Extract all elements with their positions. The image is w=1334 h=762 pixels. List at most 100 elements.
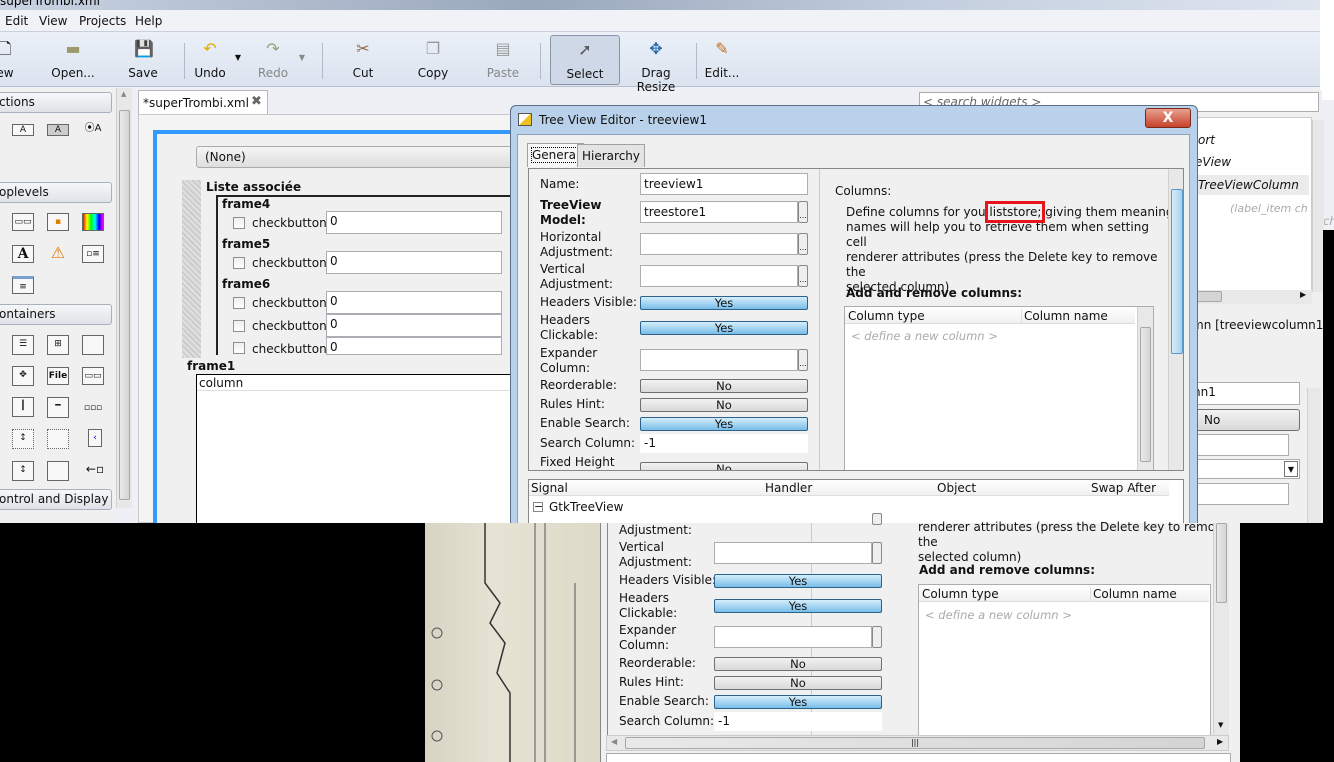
toolbar-widget-icon[interactable]: ▫▫▫: [82, 400, 104, 418]
save-button[interactable]: 💾 Save: [126, 35, 160, 85]
props-scrollbar[interactable]: [1307, 388, 1321, 523]
hpaned-icon[interactable]: ┃: [12, 397, 34, 417]
tab-general[interactable]: General: [527, 143, 585, 167]
warning-dialog-icon[interactable]: ⚠: [47, 245, 69, 263]
spin-entry[interactable]: 0: [326, 314, 502, 337]
properties-scrollbar[interactable]: [1168, 169, 1183, 470]
edit-button[interactable]: ✎ Edit...: [704, 35, 740, 85]
column-header[interactable]: column: [197, 375, 517, 391]
button-box-icon[interactable]: ▭▭: [82, 367, 104, 385]
expander-icon[interactable]: ‹: [88, 429, 102, 447]
spin-entry[interactable]: 0: [326, 211, 502, 234]
hadj-input[interactable]: [640, 233, 798, 255]
columns-scrollbar[interactable]: [1137, 307, 1153, 470]
notebook-icon[interactable]: [82, 335, 104, 355]
headers-visible-toggle[interactable]: Yes: [640, 296, 808, 310]
undo-button[interactable]: ↶ Undo: [192, 35, 228, 85]
checkbox[interactable]: [233, 297, 245, 309]
toggle-button-widget-icon[interactable]: A: [47, 124, 69, 136]
menu-view[interactable]: View: [39, 14, 67, 28]
close-button[interactable]: X: [1145, 108, 1191, 128]
tab-hierarchy[interactable]: Hierarchy: [577, 144, 646, 167]
expander-input[interactable]: [714, 626, 872, 648]
fixed-icon[interactable]: ✥: [12, 366, 34, 386]
model-browse-button[interactable]: ...: [798, 201, 808, 223]
reorderable-toggle[interactable]: No: [640, 379, 808, 393]
alignment-icon[interactable]: ←▫: [84, 461, 106, 479]
browse-button[interactable]: [872, 626, 882, 648]
table-icon[interactable]: ⊞: [47, 335, 69, 355]
col-name-header[interactable]: Column name: [1021, 309, 1108, 323]
menu-help[interactable]: Help: [135, 14, 162, 28]
open-button[interactable]: ▬ Open...: [50, 35, 96, 85]
copy-button[interactable]: ❐ Copy: [413, 35, 453, 85]
file-icon[interactable]: File: [47, 367, 69, 385]
vadj-input[interactable]: [714, 542, 872, 564]
tree-item[interactable]: eView: [1195, 155, 1231, 169]
collapse-icon[interactable]: −: [533, 501, 543, 512]
dialog-widget-icon[interactable]: ▪: [47, 213, 69, 231]
combo-entry[interactable]: ▼: [1189, 459, 1300, 479]
object-header[interactable]: Object: [937, 481, 976, 495]
expander-input[interactable]: [640, 349, 798, 371]
enable-search-toggle[interactable]: Yes: [640, 417, 808, 431]
search-column-spin[interactable]: -1: [640, 434, 808, 453]
spin-entry[interactable]: 0: [326, 337, 502, 355]
rules-hint-toggle[interactable]: No: [640, 398, 808, 412]
tree-item[interactable]: (label_item chil: [1230, 202, 1308, 215]
font-dialog-icon[interactable]: A: [12, 245, 34, 263]
select-button[interactable]: ➚ Select: [550, 35, 620, 85]
radio-button-widget-icon[interactable]: ⦿A: [82, 124, 104, 136]
checkbutton-label[interactable]: checkbutton: [252, 296, 327, 310]
checkbox[interactable]: [233, 217, 245, 229]
scroll-thumb[interactable]: |||: [625, 737, 1205, 749]
button-widget-icon[interactable]: A: [12, 124, 34, 136]
close-tab-icon[interactable]: ✖: [251, 94, 262, 109]
checkbutton-label[interactable]: checkbutton: [252, 319, 327, 333]
toggle-button-no[interactable]: No: [1189, 409, 1300, 431]
treeview-preview[interactable]: column: [196, 374, 517, 523]
vadj-browse-button[interactable]: ...: [798, 265, 808, 287]
hadj-browse-button[interactable]: ...: [798, 233, 808, 255]
name-input[interactable]: treeview1: [640, 173, 808, 195]
rules-hint-toggle[interactable]: No: [714, 676, 882, 690]
checkbutton-label[interactable]: checkbutton: [252, 216, 327, 230]
reorderable-toggle[interactable]: No: [714, 657, 882, 671]
new-column-placeholder[interactable]: < define a new column >: [851, 329, 998, 343]
name-entry[interactable]: nn1: [1189, 382, 1300, 405]
horizontal-scrollbar[interactable]: ◀ ||| ▶: [606, 735, 1229, 751]
col-type-header[interactable]: Column type: [922, 587, 999, 601]
handler-header[interactable]: Handler: [765, 481, 812, 495]
spin-entry[interactable]: 0: [326, 291, 502, 314]
window-widget-icon[interactable]: ▭▭: [12, 213, 34, 231]
layout-icon[interactable]: ↕: [12, 429, 34, 449]
spin-entry[interactable]: [1189, 434, 1289, 456]
columns-table-copy[interactable]: Column type Column name < define a new c…: [918, 584, 1211, 736]
new-button[interactable]: 🗋 ew: [0, 35, 20, 85]
tree-item[interactable]: ort: [1198, 133, 1215, 147]
checkbox[interactable]: [233, 342, 245, 354]
tab-supertrombi[interactable]: *superTrombi.xml ✖: [138, 90, 268, 115]
scrolled-window-icon[interactable]: [47, 461, 69, 481]
palette-section-toplevels[interactable]: oplevels: [0, 182, 112, 203]
headers-visible-toggle[interactable]: Yes: [714, 574, 882, 588]
checkbutton-label[interactable]: checkbutton: [252, 256, 327, 270]
signal-row-gtktreeview[interactable]: GtkTreeView: [549, 500, 623, 514]
tree-item-treeviewcolumn[interactable]: TreeViewColumn: [1198, 178, 1299, 192]
palette-scrollbar[interactable]: ▲: [116, 88, 132, 508]
grid-icon[interactable]: [47, 429, 69, 449]
headers-clickable-toggle[interactable]: Yes: [640, 321, 808, 335]
fixed-height-toggle[interactable]: No: [640, 462, 808, 470]
color-dialog-icon[interactable]: [82, 213, 104, 231]
palette-section-containers[interactable]: ontainers: [0, 304, 112, 325]
new-column-placeholder[interactable]: < define a new column >: [925, 608, 1072, 622]
spin-entry[interactable]: 0: [326, 251, 502, 274]
drag-resize-button[interactable]: ✥ Drag Resize: [623, 35, 689, 95]
scroll-thumb[interactable]: [119, 110, 130, 500]
paste-button[interactable]: ▤ Paste: [483, 35, 523, 85]
columns-table[interactable]: Column type Column name < define a new c…: [844, 306, 1154, 470]
expander-browse-button[interactable]: ...: [798, 349, 808, 371]
vpaned-icon[interactable]: ━: [47, 397, 69, 418]
redo-dropdown[interactable]: ▼: [296, 35, 308, 85]
file-chooser-dialog-icon[interactable]: ≡: [12, 276, 34, 294]
